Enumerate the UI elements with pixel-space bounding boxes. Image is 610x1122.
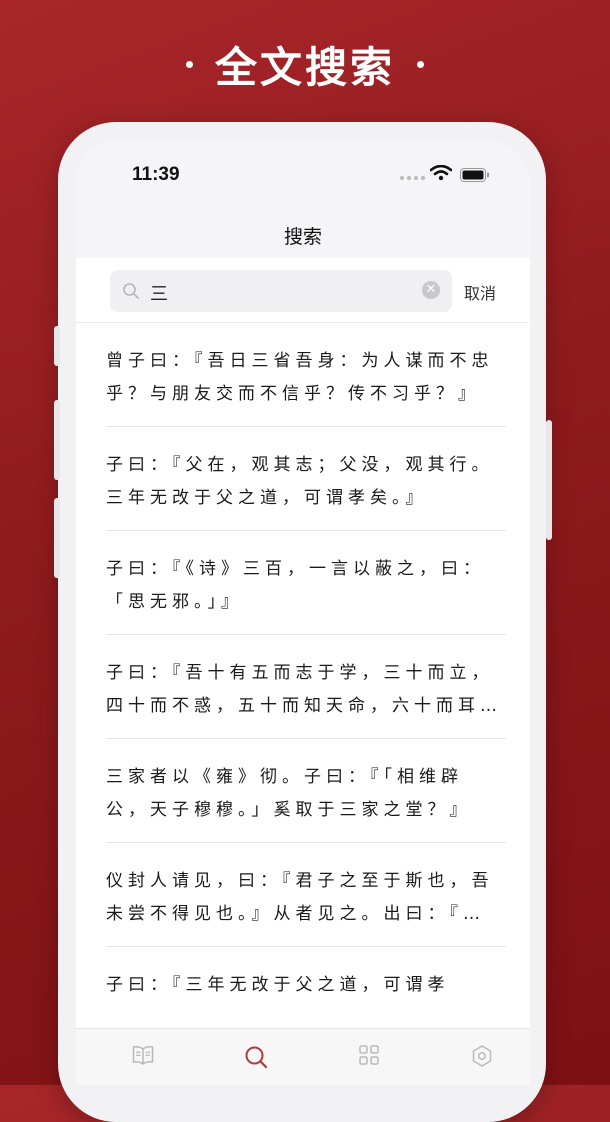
search-input[interactable]: 三 ✕ [110, 270, 452, 312]
status-time: 11:39 [132, 164, 180, 185]
status-bar: 11:39 [76, 162, 530, 192]
tab-search-icon[interactable] [244, 1045, 268, 1069]
cancel-button[interactable]: 取消 [464, 280, 496, 304]
result-text-line: 仪封人请见，曰：『君子之至于斯也，吾 [106, 871, 494, 891]
close-icon: ✕ [425, 282, 437, 297]
result-text-line: 三年无改于父之道，可谓孝矣。』 [106, 488, 428, 508]
phone-side-button [54, 326, 60, 366]
signal-icon [400, 176, 425, 180]
result-text-line: 乎？与朋友交而不信乎？传不习乎？』 [106, 384, 480, 404]
result-text-line: 三家者以《雍》彻。子曰：『「相维辟 [106, 767, 463, 787]
search-bar: 三 ✕ 取消 [76, 258, 530, 323]
phone-volume-down [54, 498, 60, 578]
clear-search-button[interactable]: ✕ [422, 281, 440, 299]
search-query: 三 [150, 284, 168, 305]
promo-banner: 全文搜索 [0, 34, 610, 94]
banner-dot-right [417, 60, 424, 68]
battery-icon [460, 168, 489, 182]
result-item[interactable]: 子曰：『三年无改于父之道，可谓孝 [106, 947, 506, 1028]
result-text-line: 四十而不惑，五十而知天命，六十而耳… [106, 696, 502, 716]
tab-book-icon[interactable] [132, 1045, 154, 1065]
result-text-line: 公，天子穆穆。」奚取于三家之堂？』 [106, 800, 472, 820]
result-item[interactable]: 三家者以《雍》彻。子曰：『「相维辟 公，天子穆穆。」奚取于三家之堂？』 [106, 739, 506, 843]
result-text-line: 未尝不得见也。』从者见之。出曰：『… [106, 904, 485, 924]
banner-dot-left [185, 60, 193, 68]
result-item[interactable]: 仪封人请见，曰：『君子之至于斯也，吾 未尝不得见也。』从者见之。出曰：『… [106, 843, 506, 947]
tab-grid-icon[interactable] [359, 1045, 379, 1065]
result-text-line: 曾子曰：『吾日三省吾身：为人谋而不忠 [106, 351, 494, 371]
result-item[interactable]: 曾子曰：『吾日三省吾身：为人谋而不忠 乎？与朋友交而不信乎？传不习乎？』 [106, 323, 506, 427]
result-item[interactable]: 子曰：『吾十有五而志于学，三十而立， 四十而不惑，五十而知天命，六十而耳… [106, 635, 506, 739]
result-text-line: 子曰：『三年无改于父之道，可谓孝 [106, 975, 450, 995]
wifi-icon [430, 165, 452, 181]
app-screen: 11:39 搜索 三 ✕ 取消 曾子曰：『吾日三省吾身：为人谋而不忠 乎？与朋友… [76, 140, 530, 1085]
banner-title: 全文搜索 [214, 42, 395, 92]
result-text-line: 子曰：『吾十有五而志于学，三十而立， [106, 663, 494, 683]
tab-bar [76, 1028, 530, 1085]
result-text-line: 「思无邪。」』 [106, 592, 243, 612]
phone-volume-up [54, 400, 60, 480]
result-text-line: 子曰：『《诗》三百，一言以蔽之，曰： [106, 559, 485, 579]
page-title: 搜索 [283, 226, 322, 248]
search-results-list: 曾子曰：『吾日三省吾身：为人谋而不忠 乎？与朋友交而不信乎？传不习乎？』 子曰：… [76, 323, 530, 1028]
phone-power-button [546, 420, 552, 540]
result-item[interactable]: 子曰：『父在，观其志；父没，观其行。 三年无改于父之道，可谓孝矣。』 [106, 427, 506, 531]
result-item[interactable]: 子曰：『《诗》三百，一言以蔽之，曰： 「思无邪。」』 [106, 531, 506, 635]
search-icon [123, 283, 139, 299]
result-text-line: 子曰：『父在，观其志；父没，观其行。 [106, 455, 494, 475]
tab-settings-icon[interactable] [472, 1045, 492, 1067]
